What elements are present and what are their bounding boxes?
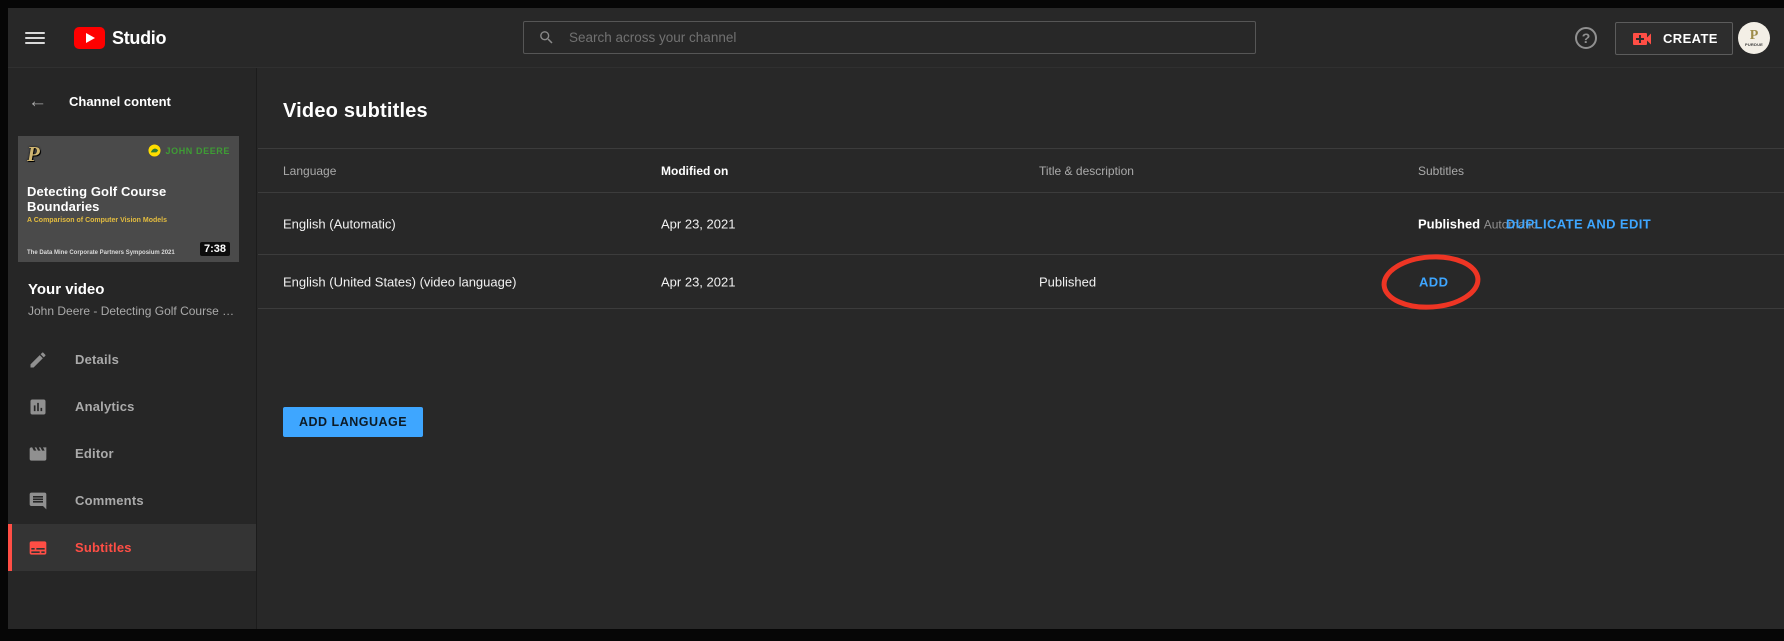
thumbnail-subtitle: A Comparison of Computer Vision Models: [27, 217, 230, 224]
main-content: Video subtitles Language Modified on Tit…: [258, 68, 1784, 629]
channel-avatar[interactable]: P PURDUE: [1738, 22, 1770, 54]
avatar-purdue-letter: P: [1750, 30, 1759, 42]
column-header-modified-on[interactable]: Modified on: [661, 164, 728, 178]
video-thumbnail[interactable]: P JOHN DEERE Detecting Golf Course Bound…: [18, 136, 239, 262]
youtube-logo-icon[interactable]: [74, 27, 105, 49]
purdue-logo: P: [27, 144, 40, 164]
create-button-label: CREATE: [1663, 31, 1718, 46]
back-arrow-icon[interactable]: ←: [28, 92, 47, 111]
create-button[interactable]: CREATE: [1615, 22, 1733, 55]
youtube-studio-window: Studio ? CREATE P PURDUE ← Channel conte…: [8, 8, 1784, 629]
column-header-language[interactable]: Language: [283, 164, 336, 178]
table-row[interactable]: English (United States) (video language)…: [258, 255, 1784, 309]
add-subtitles-link[interactable]: ADD: [1419, 274, 1448, 289]
duplicate-and-edit-link[interactable]: DUPLICATE AND EDIT: [1506, 216, 1651, 231]
table-header-row: Language Modified on Title & description…: [258, 149, 1784, 193]
bar-chart-icon: [28, 397, 48, 417]
top-bar: Studio ? CREATE P PURDUE: [8, 8, 1784, 68]
row-language: English (Automatic): [283, 216, 396, 231]
sidebar-item-analytics[interactable]: Analytics: [8, 383, 256, 430]
column-header-title-description[interactable]: Title & description: [1039, 164, 1134, 178]
john-deere-wordmark: JOHN DEERE: [165, 146, 230, 156]
john-deere-logo-icon: [148, 144, 161, 157]
column-header-subtitles[interactable]: Subtitles: [1418, 164, 1464, 178]
row-title-description: Published: [1039, 274, 1096, 289]
studio-wordmark: Studio: [112, 28, 166, 49]
sidebar: ← Channel content P JOHN DEERE Detecting…: [8, 68, 257, 629]
back-label[interactable]: Channel content: [69, 94, 171, 109]
sidebar-menu: Details Analytics Editor Comments: [8, 336, 256, 571]
comment-icon: [28, 491, 48, 511]
row-modified-date: Apr 23, 2021: [661, 274, 735, 289]
sidebar-item-label: Editor: [75, 446, 114, 461]
sidebar-item-label: Analytics: [75, 399, 135, 414]
sidebar-item-editor[interactable]: Editor: [8, 430, 256, 477]
help-icon[interactable]: ?: [1575, 27, 1597, 49]
add-language-button[interactable]: ADD LANGUAGE: [283, 407, 423, 437]
table-row[interactable]: English (Automatic) Apr 23, 2021 Publish…: [258, 193, 1784, 255]
thumbnail-credit: The Data Mine Corporate Partners Symposi…: [27, 250, 175, 256]
sidebar-item-label: Subtitles: [75, 540, 132, 555]
search-icon: [538, 29, 555, 46]
bottom-frame-strip: [0, 629, 1784, 641]
your-video-heading: Your video: [28, 281, 104, 298]
sidebar-item-subtitles[interactable]: Subtitles: [8, 524, 256, 571]
avatar-purdue-text: PURDUE: [1745, 42, 1763, 47]
search-bar[interactable]: [523, 21, 1256, 54]
thumbnail-title: Detecting Golf Course Boundaries: [27, 184, 230, 214]
hamburger-menu-icon[interactable]: [25, 29, 45, 47]
sidebar-item-details[interactable]: Details: [8, 336, 256, 383]
sidebar-item-label: Comments: [75, 493, 144, 508]
sidebar-item-comments[interactable]: Comments: [8, 477, 256, 524]
page-title: Video subtitles: [258, 68, 1784, 123]
video-camera-plus-icon: [1630, 27, 1654, 51]
pencil-icon: [28, 350, 48, 370]
row-language: English (United States) (video language): [283, 274, 516, 289]
row-modified-date: Apr 23, 2021: [661, 216, 735, 231]
subtitles-icon: [28, 538, 48, 558]
sidebar-item-label: Details: [75, 352, 119, 367]
video-duration-badge: 7:38: [200, 242, 230, 256]
search-input[interactable]: [569, 30, 1255, 45]
clapperboard-icon: [28, 444, 48, 464]
subtitles-status-published: Published: [1418, 216, 1480, 231]
video-title-text: John Deere - Detecting Golf Course …: [28, 304, 240, 318]
